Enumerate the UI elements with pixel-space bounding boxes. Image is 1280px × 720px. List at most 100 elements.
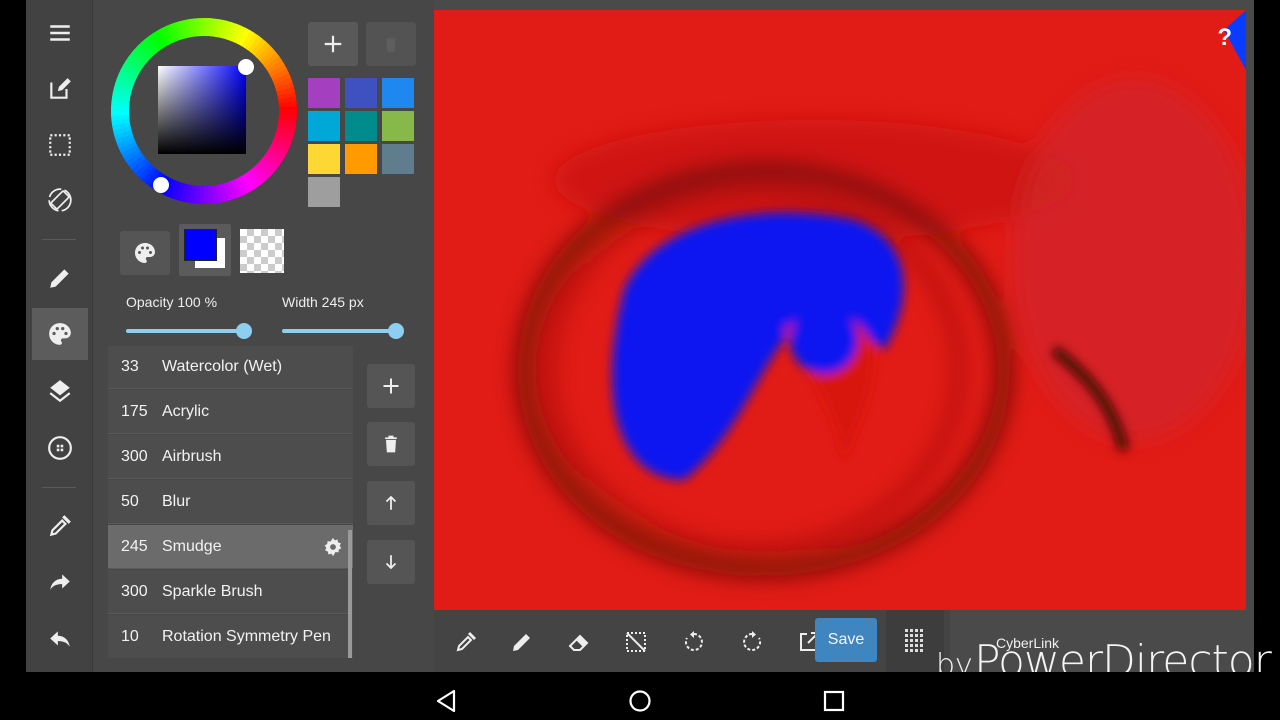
material-button[interactable] [32, 422, 88, 474]
material-icon [48, 436, 72, 460]
recent-apps-icon[interactable] [822, 688, 846, 714]
delete-color-button[interactable] [366, 22, 416, 66]
palette-swatch[interactable] [345, 111, 377, 141]
brush-color-panel: Opacity 100 % Width 245 px 33 Watercolor … [94, 0, 443, 672]
toolbar-divider [42, 239, 76, 240]
grid-dot [905, 649, 908, 652]
hue-handle[interactable] [153, 177, 169, 193]
brush-size: 175 [121, 402, 148, 420]
canvas-area: ? Save [434, 0, 1254, 672]
undo-icon [50, 631, 70, 647]
grid-dot [905, 639, 908, 642]
palette-swatch[interactable] [308, 177, 340, 207]
transparent-color-button[interactable] [240, 229, 284, 273]
palette-swatch[interactable] [382, 144, 414, 174]
layers-button[interactable] [32, 365, 88, 417]
color-wheel[interactable] [108, 15, 300, 207]
grid-dot [905, 634, 908, 637]
palette-swatch[interactable] [345, 144, 377, 174]
brush-list-item[interactable]: 33 Watercolor (Wet) [108, 346, 353, 389]
grid-dot [910, 644, 913, 647]
brush-size: 300 [121, 582, 148, 600]
plus-icon [324, 35, 342, 53]
eyedropper-tool-button[interactable] [448, 624, 484, 660]
delete-brush-button[interactable] [367, 422, 415, 466]
color-swatch-button[interactable] [179, 224, 231, 276]
brush-list-item[interactable]: 175 Acrylic [108, 390, 353, 434]
arrow-down-icon [385, 555, 397, 570]
add-brush-button[interactable] [367, 364, 415, 408]
plus-icon [383, 378, 399, 394]
gear-icon[interactable] [323, 537, 343, 557]
save-button[interactable]: Save [815, 618, 877, 662]
eraser-icon [568, 634, 589, 651]
brush-button[interactable] [32, 252, 88, 304]
grid-dot [910, 629, 913, 632]
brush-name: Smudge [162, 537, 222, 555]
back-icon[interactable] [434, 688, 458, 714]
grid-dot [910, 639, 913, 642]
brush-list-item[interactable]: 50 Blur [108, 480, 353, 524]
clear-selection-icon [626, 632, 646, 652]
bottom-toolbar: Save [434, 610, 950, 672]
eyedropper-icon [456, 632, 476, 652]
brush-list-item[interactable]: 245 Smudge [108, 525, 353, 569]
move-brush-down-button[interactable] [367, 540, 415, 584]
canvas-artwork [434, 10, 1246, 610]
brush-list-item[interactable]: 300 Airbrush [108, 435, 353, 479]
pen-tool-button[interactable] [504, 624, 540, 660]
menu-icon [50, 25, 70, 41]
rotate-left-button[interactable] [676, 624, 712, 660]
rotate-right-icon [743, 631, 762, 651]
sv-handle[interactable] [238, 59, 254, 75]
width-slider-knob[interactable] [387, 323, 404, 339]
eyedropper-icon [49, 515, 71, 537]
move-brush-up-button[interactable] [367, 481, 415, 525]
drawing-canvas[interactable]: ? [434, 10, 1246, 610]
add-color-button[interactable] [308, 22, 358, 66]
width-label: Width 245 px [282, 294, 364, 310]
brush-list-item[interactable]: 300 Sparkle Brush [108, 570, 353, 614]
eyedropper-button[interactable] [32, 500, 88, 552]
color-button[interactable] [32, 308, 88, 360]
eraser-tool-button[interactable] [561, 624, 597, 660]
brush-list-item[interactable]: 10 Rotation Symmetry Pen [108, 615, 353, 658]
arrow-up-icon [385, 495, 397, 510]
brush-size: 245 [121, 537, 148, 555]
rotate-right-button[interactable] [734, 624, 770, 660]
rotate-screen-button[interactable] [32, 174, 88, 226]
home-icon[interactable] [628, 688, 652, 714]
grid-dot [920, 629, 923, 632]
width-slider[interactable] [282, 329, 398, 333]
redo-button[interactable] [32, 556, 88, 608]
grid-dot [920, 644, 923, 647]
palette-button[interactable] [120, 231, 170, 275]
grid-dot [915, 629, 918, 632]
selection-button[interactable] [32, 119, 88, 171]
palette-swatch[interactable] [382, 111, 414, 141]
brush-list-scrollbar[interactable] [348, 530, 352, 658]
palette-swatch[interactable] [308, 111, 340, 141]
deselect-button[interactable] [618, 624, 654, 660]
edit-button[interactable] [32, 63, 88, 115]
undo-button[interactable] [32, 613, 88, 665]
menu-button[interactable] [32, 7, 88, 59]
grid-dot [915, 639, 918, 642]
brush-name: Airbrush [162, 447, 222, 465]
grid-dot [915, 644, 918, 647]
brush-list: 33 Watercolor (Wet) 175 Acrylic 300 Airbrush 5… [108, 346, 353, 658]
grid-dot [905, 644, 908, 647]
palette-swatch[interactable] [308, 78, 340, 108]
help-button[interactable]: ? [1217, 24, 1232, 52]
opacity-slider[interactable] [126, 329, 244, 333]
selection-icon [49, 134, 71, 156]
brush-name: Sparkle Brush [162, 582, 263, 600]
palette-swatch[interactable] [345, 78, 377, 108]
grid-dot [915, 634, 918, 637]
grid-dot [905, 629, 908, 632]
opacity-slider-knob[interactable] [236, 323, 252, 339]
redo-icon [50, 574, 70, 590]
palette-swatch[interactable] [308, 144, 340, 174]
rotate-left-icon [684, 631, 703, 651]
palette-swatch[interactable] [382, 78, 414, 108]
